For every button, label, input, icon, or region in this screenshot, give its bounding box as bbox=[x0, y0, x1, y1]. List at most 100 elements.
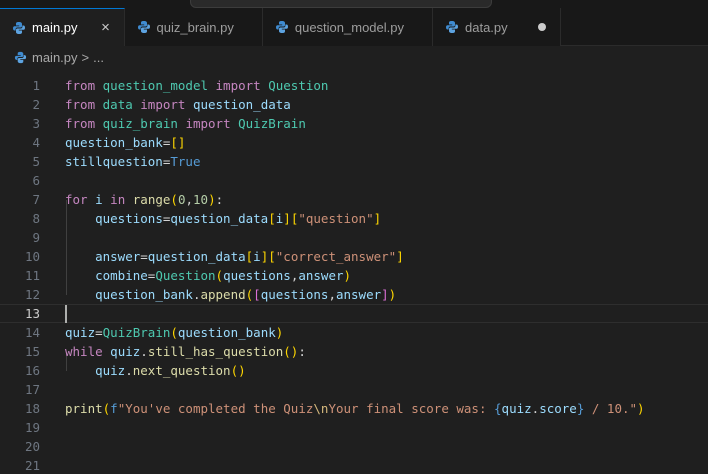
line-number: 11 bbox=[24, 268, 40, 283]
code-token: quiz bbox=[95, 363, 126, 378]
line-number: 1 bbox=[32, 78, 40, 93]
chevron-right-icon: > bbox=[81, 49, 90, 65]
code-token: [ bbox=[253, 287, 261, 302]
code-line[interactable]: 14 quiz=QuizBrain(question_bank) bbox=[0, 323, 708, 342]
close-icon[interactable]: × bbox=[98, 19, 114, 36]
tab-label: question_model.py bbox=[294, 19, 404, 35]
code-token: \n bbox=[313, 401, 329, 416]
code-token: from bbox=[65, 97, 96, 112]
code-line[interactable]: 21 bbox=[0, 456, 708, 474]
code-line[interactable]: 10 answer=question_data[i]["correct_answ… bbox=[0, 247, 708, 266]
code-token: : bbox=[298, 344, 306, 359]
code-token: answer bbox=[298, 268, 344, 283]
code-token: ) bbox=[208, 192, 216, 207]
tab-label: quiz_brain.py bbox=[156, 19, 234, 35]
code-token: [] bbox=[170, 135, 186, 150]
line-number: 15 bbox=[24, 344, 40, 359]
code-line[interactable]: 5 stillquestion=True bbox=[0, 152, 708, 171]
line-number: 8 bbox=[32, 211, 40, 226]
tab-label: main.py bbox=[32, 20, 78, 35]
code-line[interactable]: 6 bbox=[0, 171, 708, 190]
code-text: answer=question_data[i]["correct_answer"… bbox=[65, 249, 404, 264]
code-token: ( bbox=[170, 192, 178, 207]
python-file-icon bbox=[445, 20, 459, 34]
code-line[interactable]: 11 combine=Question(questions,answer) bbox=[0, 266, 708, 285]
code-text: combine=Question(questions,answer) bbox=[65, 268, 351, 283]
tab-question-model-py[interactable]: question_model.py bbox=[262, 8, 433, 46]
python-file-icon bbox=[137, 20, 151, 34]
unsaved-dot-icon[interactable] bbox=[537, 23, 546, 31]
code-line[interactable]: 4 question_bank=[] bbox=[0, 133, 708, 152]
code-token: QuizBrain bbox=[102, 325, 171, 340]
line-number: 16 bbox=[24, 363, 40, 378]
command-center-search[interactable] bbox=[190, 0, 492, 8]
code-token: answer bbox=[335, 287, 382, 302]
code-token: QuizBrain bbox=[238, 116, 306, 131]
code-line[interactable]: 20 bbox=[0, 437, 708, 456]
code-line[interactable]: 9 bbox=[0, 228, 708, 247]
line-number: 14 bbox=[24, 325, 40, 340]
code-line[interactable]: 18 print(f"You've completed the Quiz\nYou… bbox=[0, 399, 708, 418]
code-token: question_bank bbox=[65, 135, 163, 150]
code-text: print(f"You've completed the Quiz\nYour … bbox=[65, 401, 645, 416]
tab-quiz-brain-py[interactable]: quiz_brain.py bbox=[124, 8, 263, 46]
code-line[interactable]: 16 quiz.next_question() bbox=[0, 361, 708, 380]
code-token: ] bbox=[283, 211, 291, 226]
tab-data-py[interactable]: data.py bbox=[433, 8, 561, 46]
code-token: question_data bbox=[170, 211, 269, 226]
tab-label: data.py bbox=[465, 19, 508, 35]
code-token: range bbox=[132, 192, 171, 207]
line-number: 4 bbox=[32, 135, 40, 150]
code-token: questions bbox=[260, 287, 329, 302]
code-token: next_question bbox=[132, 363, 231, 378]
code-line[interactable]: 2 from data import question_data bbox=[0, 95, 708, 114]
code-text: from quiz_brain import QuizBrain bbox=[65, 116, 306, 131]
code-token: = bbox=[95, 325, 103, 340]
tab-main-py[interactable]: main.py × bbox=[0, 8, 125, 46]
code-token: questions bbox=[95, 211, 163, 226]
line-number: 6 bbox=[32, 173, 40, 188]
code-line[interactable]: 17 bbox=[0, 380, 708, 399]
code-editor[interactable]: 1 from question_model import Question 2 fro… bbox=[0, 68, 708, 474]
line-number: 20 bbox=[24, 439, 40, 454]
code-token: import bbox=[185, 116, 231, 131]
breadcrumb-file[interactable]: main.py bbox=[32, 50, 78, 65]
code-token: data bbox=[102, 97, 133, 112]
code-token: question_bank bbox=[95, 287, 193, 302]
line-number: 2 bbox=[32, 97, 40, 112]
code-line[interactable]: 8 questions=question_data[i]["question"] bbox=[0, 209, 708, 228]
code-line[interactable]: 19 bbox=[0, 418, 708, 437]
code-token: True bbox=[170, 154, 201, 169]
text-cursor bbox=[65, 304, 67, 323]
code-line[interactable]: 15 while quiz.still_has_question(): bbox=[0, 342, 708, 361]
code-text: question_bank=[] bbox=[65, 135, 185, 150]
breadcrumb-symbols[interactable]: ... bbox=[93, 50, 104, 65]
title-bar bbox=[0, 0, 708, 8]
code-line[interactable]: 3 from quiz_brain import QuizBrain bbox=[0, 114, 708, 133]
code-line[interactable]: 13 bbox=[0, 304, 708, 323]
code-text: question_bank.append([questions,answer]) bbox=[65, 287, 396, 302]
code-line[interactable]: 1 from question_model import Question bbox=[0, 76, 708, 95]
code-token: quiz_brain bbox=[102, 116, 178, 131]
code-token: import bbox=[215, 78, 261, 93]
code-line[interactable]: 12 question_bank.append([questions,answe… bbox=[0, 285, 708, 304]
code-token: while bbox=[65, 344, 103, 359]
code-token: ) bbox=[637, 401, 645, 416]
code-text: from data import question_data bbox=[65, 97, 291, 112]
code-token: i bbox=[253, 249, 261, 264]
code-text: for i in range(0,10): bbox=[65, 192, 223, 207]
code-token: question_data bbox=[147, 249, 246, 264]
code-token: , bbox=[328, 287, 336, 302]
code-line[interactable]: 7 for i in range(0,10): bbox=[0, 190, 708, 209]
code-token: append bbox=[200, 287, 246, 302]
line-number: 18 bbox=[24, 401, 40, 416]
code-token: still_has_question bbox=[147, 344, 284, 359]
code-token: i bbox=[95, 192, 103, 207]
